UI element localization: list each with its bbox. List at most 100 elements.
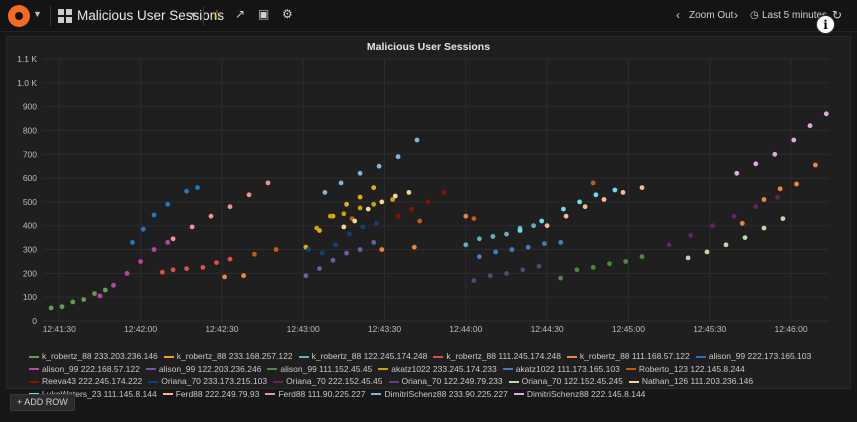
data-point xyxy=(392,193,398,199)
data-point xyxy=(97,293,103,299)
time-back-chevron-icon[interactable]: ‹ xyxy=(676,8,680,22)
legend-item[interactable]: Roberto_123 122.145.8.244 xyxy=(625,363,745,376)
data-point xyxy=(425,199,431,205)
data-point xyxy=(48,305,54,311)
x-tick-label: 12:43:00 xyxy=(287,324,320,334)
share-icon[interactable]: ↗ xyxy=(235,7,245,21)
data-point xyxy=(338,180,344,186)
legend-swatch xyxy=(273,380,284,383)
data-point xyxy=(159,269,165,275)
legend-item[interactable]: DimitriSchenz88 222.145.8.144 xyxy=(513,388,645,401)
dashboard-picker-caret-icon[interactable]: ▼ xyxy=(189,10,198,20)
legend-item[interactable]: alison_99 222.173.165.103 xyxy=(695,350,811,363)
data-point xyxy=(558,240,564,245)
data-point xyxy=(441,190,447,195)
data-point xyxy=(539,218,545,224)
data-point xyxy=(558,275,564,281)
legend-item[interactable]: DimitriSchenz88 233.90.225.227 xyxy=(371,388,508,401)
data-point xyxy=(371,240,377,245)
info-icon[interactable]: i xyxy=(816,15,835,34)
data-point xyxy=(379,199,385,205)
save-icon[interactable]: ▣ xyxy=(258,7,269,21)
data-point xyxy=(612,187,618,193)
time-forward-chevron-icon[interactable]: › xyxy=(734,8,738,22)
data-point xyxy=(227,256,233,262)
legend-item[interactable]: Oriana_70 122.249.79.233 xyxy=(388,375,503,388)
data-point xyxy=(327,213,333,219)
zoom-out-button[interactable]: Zoom Out xyxy=(689,10,733,21)
legend-label: k_robertz_88 111.168.57.122 xyxy=(579,351,690,361)
dashboard-title[interactable]: Malicious User Sessions xyxy=(77,8,224,23)
y-tick-label: 0 xyxy=(32,316,37,326)
data-point xyxy=(601,197,607,202)
legend-item[interactable]: alison_99 111.152.45.45 xyxy=(267,363,372,376)
legend-label: Ferd88 222.249.79.93 xyxy=(175,388,260,399)
data-point xyxy=(344,201,349,207)
data-point xyxy=(531,223,536,229)
legend-item[interactable]: k_robertz_88 111.168.57.122 xyxy=(566,350,690,363)
legend-item[interactable]: k_robertz_88 233.168.257.122 xyxy=(163,350,293,363)
data-point xyxy=(376,163,382,169)
data-point xyxy=(639,254,645,260)
divider xyxy=(50,6,51,26)
data-point xyxy=(490,234,496,239)
legend-item[interactable]: Nathan_126 111.203.236.146 xyxy=(628,375,754,388)
data-point xyxy=(379,247,385,252)
legend-item[interactable]: Ferd88 222.249.79.93 xyxy=(162,388,260,401)
data-point xyxy=(509,247,515,252)
data-point xyxy=(195,185,200,191)
data-point xyxy=(463,213,469,219)
data-point xyxy=(623,259,629,264)
legend-swatch xyxy=(162,393,173,396)
grafana-logo-icon[interactable] xyxy=(8,5,30,27)
data-point xyxy=(102,287,108,293)
data-point xyxy=(184,266,190,271)
legend-item[interactable]: k_robertz_88 233.203.236.146 xyxy=(29,350,158,363)
legend-item[interactable]: Oriana_70 122.152.45.245 xyxy=(508,375,623,388)
data-point xyxy=(414,137,420,143)
legend-item[interactable]: alison_99 222.168.57.122 xyxy=(29,363,140,376)
data-point xyxy=(493,249,498,255)
legend-swatch xyxy=(566,355,577,358)
legend-swatch xyxy=(29,380,39,383)
data-point xyxy=(411,244,417,250)
star-icon[interactable]: ☆ xyxy=(211,7,223,23)
y-tick-label: 300 xyxy=(23,245,37,255)
legend-label: Nathan_126 111.203.236.146 xyxy=(641,376,754,386)
y-tick-label: 400 xyxy=(23,221,37,231)
legend-item[interactable]: akatz1022 111.173.165.103 xyxy=(502,363,620,376)
legend-item[interactable]: alison_99 122.203.236.246 xyxy=(145,363,261,376)
data-point xyxy=(561,206,566,212)
logo-caret-icon[interactable]: ▼ xyxy=(33,9,42,19)
data-point xyxy=(525,244,531,250)
settings-gear-icon[interactable]: ⚙ xyxy=(282,7,293,21)
legend-item[interactable]: Reeva43 222.245.174.222 xyxy=(29,375,142,388)
data-point xyxy=(214,260,219,265)
data-point xyxy=(124,271,130,276)
legend-item[interactable]: k_robertz_88 122.245.174.248 xyxy=(298,350,427,363)
data-point xyxy=(344,250,349,256)
data-point xyxy=(477,236,482,242)
data-point xyxy=(471,216,477,222)
data-point xyxy=(357,194,363,200)
data-point xyxy=(189,224,195,230)
data-point xyxy=(520,267,526,273)
legend-item[interactable]: k_robertz_88 111.245.174.248 xyxy=(433,350,561,363)
legend-label: alison_99 222.168.57.122 xyxy=(42,363,140,374)
legend-item[interactable]: Ferd88 111.90.225.227 xyxy=(265,388,365,401)
data-point xyxy=(666,242,672,248)
legend-item[interactable]: akatz1022 233.245.174.233 xyxy=(378,363,497,376)
y-tick-label: 900 xyxy=(23,102,37,112)
add-row-button[interactable]: + ADD ROW xyxy=(10,394,75,411)
x-tick-label: 12:44:00 xyxy=(449,324,482,334)
data-point xyxy=(222,274,228,280)
data-point xyxy=(352,218,358,224)
data-point xyxy=(317,266,322,271)
data-point xyxy=(184,188,190,194)
legend-item[interactable]: Oriana_70 222.152.45.45 xyxy=(273,375,383,388)
data-point xyxy=(590,180,596,186)
legend-swatch xyxy=(628,380,639,383)
data-point xyxy=(151,247,157,252)
data-point xyxy=(710,223,715,229)
legend-item[interactable]: Oriana_70 233.173.215.103 xyxy=(148,375,267,388)
